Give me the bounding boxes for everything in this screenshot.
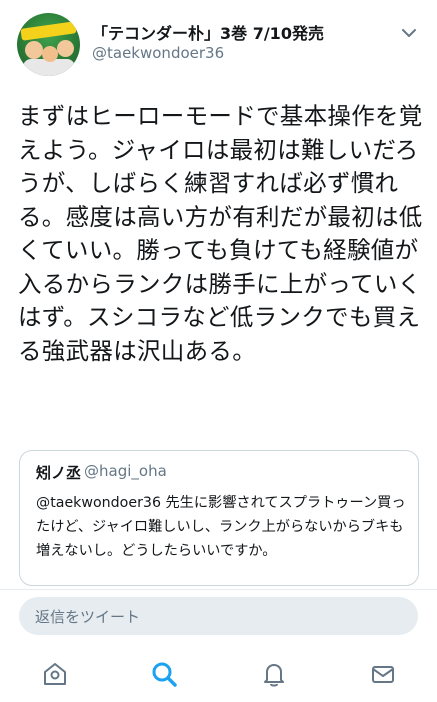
chevron-down-icon[interactable] — [400, 24, 418, 42]
reply-placeholder: 返信をツイート — [35, 608, 141, 626]
divider — [0, 589, 437, 590]
tweet-header: 「テコンダー朴」3巻 7/10発売 @taekwondoer36 — [0, 0, 437, 84]
mail-icon[interactable] — [369, 660, 397, 688]
display-name[interactable]: 「テコンダー朴」3巻 7/10発売 — [92, 20, 324, 44]
quoted-tweet[interactable]: 矧ノ丞 @hagi_oha @taekwondoer36 先生に影響されてスプラ… — [19, 450, 419, 586]
home-icon[interactable] — [41, 660, 69, 688]
bell-icon[interactable] — [260, 660, 288, 688]
user-handle[interactable]: @taekwondoer36 — [92, 44, 224, 62]
quote-text: @taekwondoer36 先生に影響されてスプラトゥーン買ったけど、ジャイロ… — [36, 495, 406, 559]
tweet-text: まずはヒーローモードで基本操作を覚えよう。ジャイロは最初は難しいだろうが、しばら… — [18, 102, 423, 365]
bottom-tab-bar — [0, 648, 437, 702]
reply-input[interactable]: 返信をツイート — [19, 597, 418, 635]
avatar[interactable] — [17, 13, 80, 76]
search-icon[interactable] — [150, 660, 178, 688]
quote-author-handle: @hagi_oha — [84, 462, 167, 480]
quote-author-name: 矧ノ丞 — [36, 464, 82, 482]
